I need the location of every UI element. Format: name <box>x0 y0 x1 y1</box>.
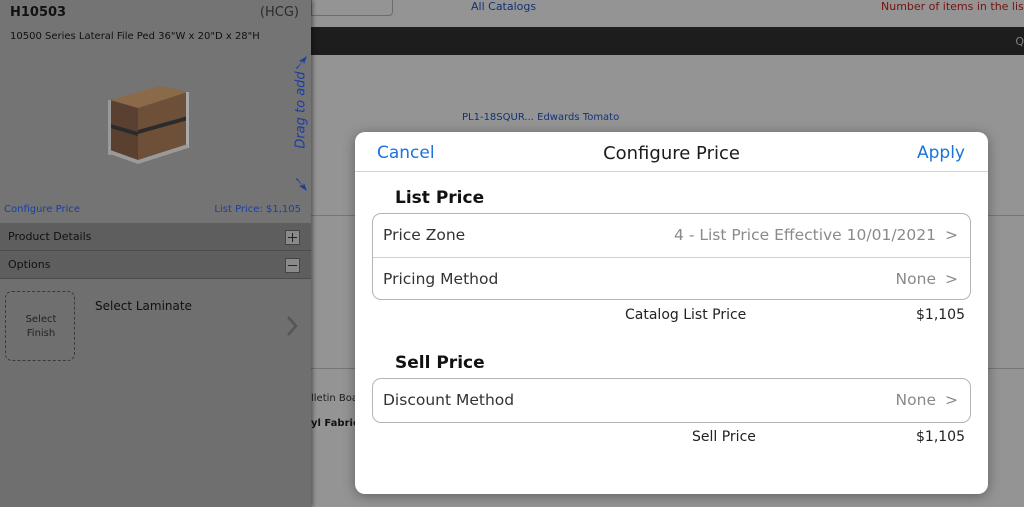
expand-plus-icon[interactable] <box>285 230 300 245</box>
price-zone-row[interactable]: Price Zone 4 - List Price Effective 10/0… <box>373 214 970 257</box>
product-side-panel: H10503 (HCG) 10500 Series Lateral File P… <box>0 0 311 507</box>
select-finish-button[interactable]: Select Finish <box>5 291 75 361</box>
pricing-method-value: None <box>895 270 936 288</box>
pricing-method-label: Pricing Method <box>383 270 499 288</box>
product-summary: H10503 (HCG) 10500 Series Lateral File P… <box>0 0 311 223</box>
discount-method-row[interactable]: Discount Method None > <box>373 379 970 422</box>
sell-price-label: Sell Price <box>692 429 756 445</box>
drag-arrow-icon <box>296 56 307 69</box>
options-section[interactable]: Options <box>0 251 311 279</box>
price-zone-label: Price Zone <box>383 226 466 244</box>
list-price-label: List Price: $1,105 <box>214 204 301 215</box>
dialog-header: Cancel Configure Price Apply <box>355 132 988 172</box>
pricing-method-row[interactable]: Pricing Method None > <box>373 257 970 300</box>
sell-price-group: Discount Method None > <box>372 378 971 423</box>
finish-label-line1: Select <box>25 314 57 325</box>
chevron-right-icon: > <box>945 270 958 288</box>
discount-method-label: Discount Method <box>383 391 515 409</box>
configure-price-dialog: Cancel Configure Price Apply List Price … <box>355 132 988 494</box>
list-price-group: Price Zone 4 - List Price Effective 10/0… <box>372 213 971 300</box>
collapse-minus-icon[interactable] <box>285 258 300 273</box>
chevron-right-icon[interactable] <box>285 315 299 337</box>
sell-price-heading: Sell Price <box>395 353 485 373</box>
product-vendor: (HCG) <box>259 5 299 20</box>
price-zone-value: 4 - List Price Effective 10/01/2021 <box>674 226 936 244</box>
apply-button[interactable]: Apply <box>917 143 965 163</box>
list-price-heading: List Price <box>395 188 485 208</box>
select-laminate-label[interactable]: Select Laminate <box>95 299 192 313</box>
drag-to-add-label[interactable]: Drag to add <box>294 71 309 148</box>
product-details-label: Product Details <box>8 230 92 243</box>
chevron-right-icon: > <box>945 391 958 409</box>
catalog-list-price-value: $1,105 <box>916 307 965 323</box>
configure-price-link[interactable]: Configure Price <box>4 204 80 215</box>
chevron-right-icon: > <box>945 226 958 244</box>
product-description: 10500 Series Lateral File Ped 36"W x 20"… <box>10 31 260 42</box>
discount-method-value: None <box>895 391 936 409</box>
options-label: Options <box>8 258 51 271</box>
finish-label-line2: Finish <box>26 328 56 339</box>
file-pedestal-image[interactable] <box>100 78 196 170</box>
product-sku: H10503 <box>10 5 67 20</box>
dialog-title: Configure Price <box>603 143 740 164</box>
drag-arrow-icon <box>296 178 307 191</box>
catalog-list-price-label: Catalog List Price <box>625 307 747 323</box>
sell-price-value: $1,105 <box>916 429 965 445</box>
product-details-section[interactable]: Product Details <box>0 223 311 251</box>
